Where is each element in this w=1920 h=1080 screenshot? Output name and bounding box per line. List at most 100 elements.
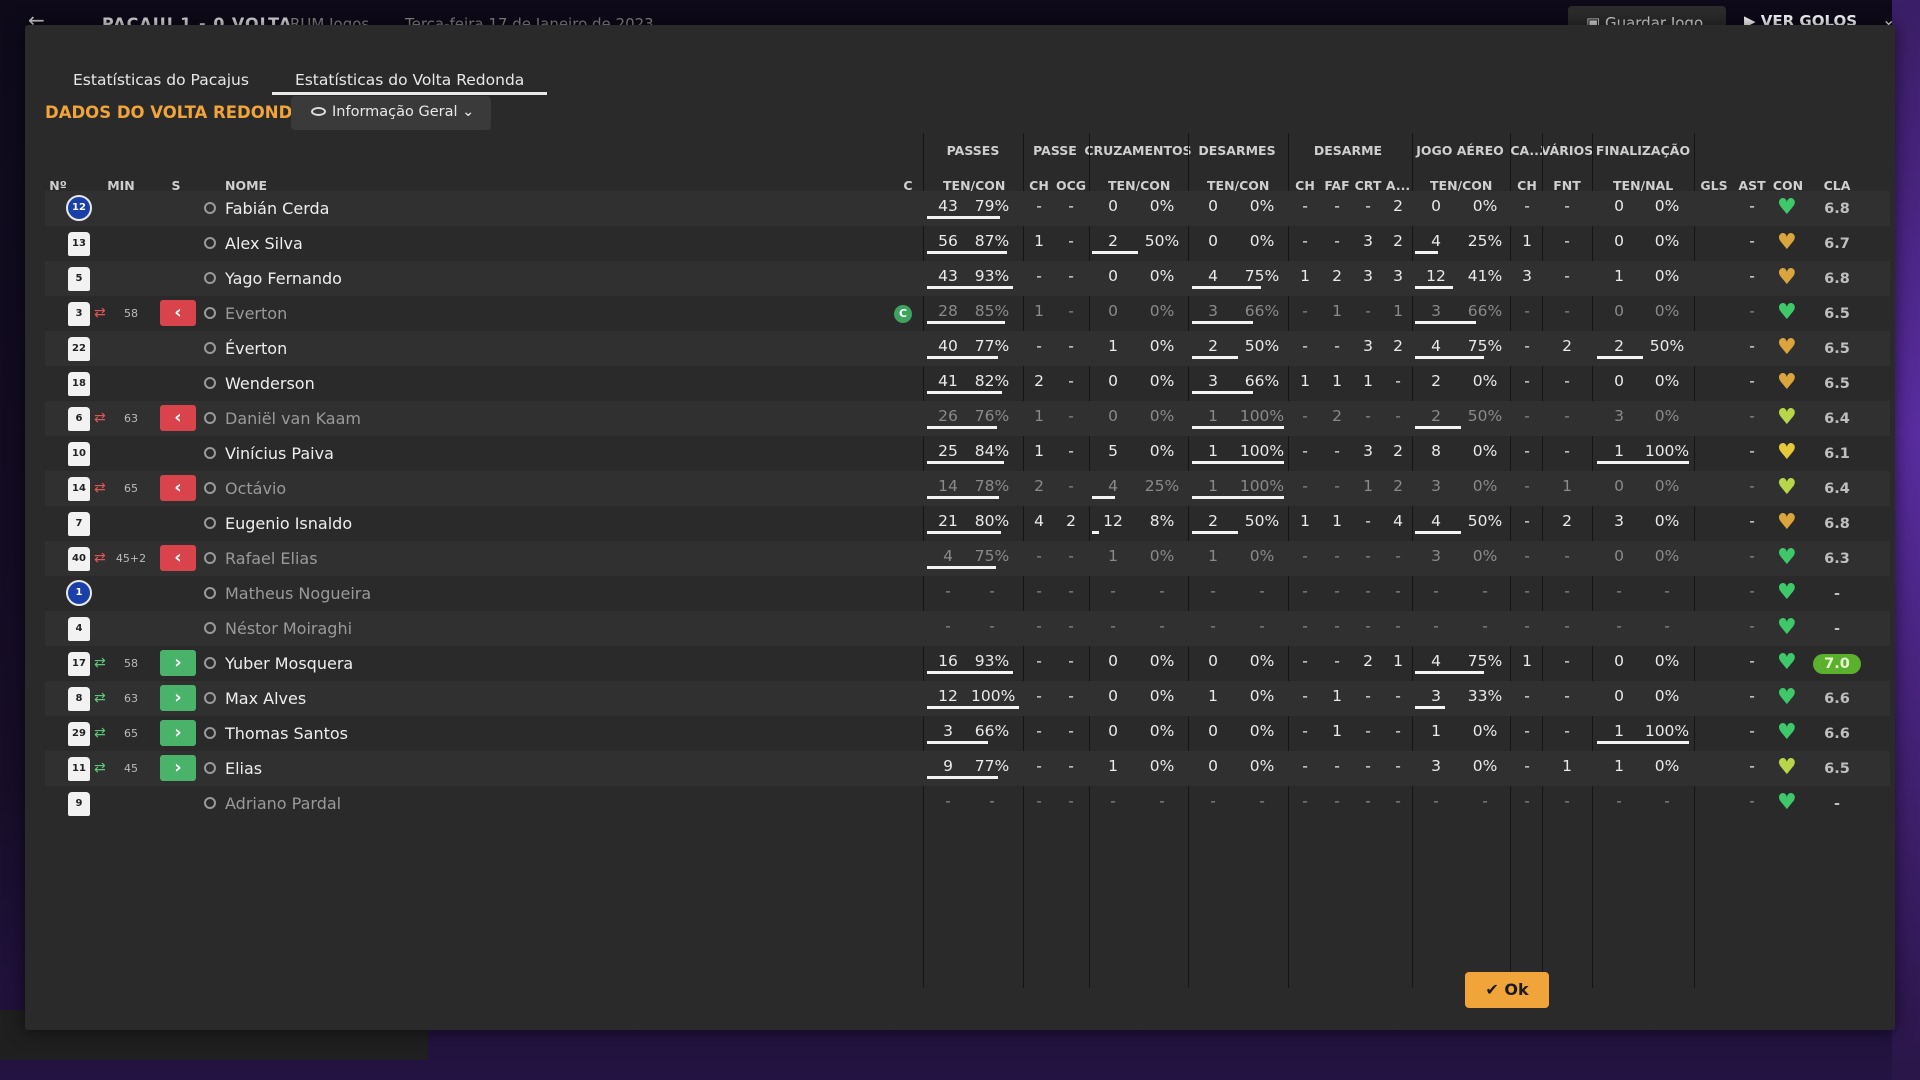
shots-attempted: -: [1616, 617, 1622, 635]
aerials-bar: [1415, 286, 1453, 289]
chances-created: -: [1068, 547, 1074, 565]
shots-attempted: 1: [1614, 267, 1624, 285]
passes-percent: 84%: [974, 442, 1010, 460]
player-name[interactable]: Rafael Elias: [225, 549, 318, 568]
player-name[interactable]: Vinícius Paiva: [225, 444, 334, 463]
sub-in-button[interactable]: ›: [160, 650, 196, 676]
sub-out-button[interactable]: ‹: [160, 545, 196, 571]
player-name[interactable]: Fabián Cerda: [225, 199, 329, 218]
player-name[interactable]: Everton: [225, 304, 287, 323]
player-name[interactable]: Max Alves: [225, 689, 306, 708]
condition-heart-icon: ♥: [1777, 685, 1797, 710]
player-name[interactable]: Matheus Nogueira: [225, 584, 371, 603]
shirt-number: 14: [68, 477, 90, 501]
player-name[interactable]: Alex Silva: [225, 234, 303, 253]
player-rating: 6.5: [1824, 341, 1850, 357]
tackle-faf: -: [1334, 442, 1340, 460]
player-name[interactable]: Wenderson: [225, 374, 315, 393]
passes-bar: [927, 286, 1013, 289]
ca-ch: -: [1524, 477, 1530, 495]
sub-out-button[interactable]: ‹: [160, 475, 196, 501]
shots-percent: 0%: [1654, 302, 1680, 320]
player-name[interactable]: Eugenio Isnaldo: [225, 514, 352, 533]
shots-percent: 0%: [1654, 477, 1680, 495]
player-rating: -: [1833, 621, 1841, 637]
tackles-percent: 0%: [1249, 652, 1275, 670]
sub-out-button[interactable]: ‹: [160, 300, 196, 326]
sub-minute: 65: [124, 727, 138, 740]
tackles-bar: [1192, 356, 1238, 359]
player-name[interactable]: Elias: [225, 759, 262, 778]
player-profile-icon: [204, 657, 216, 669]
crosses-attempted: 0: [1108, 652, 1118, 670]
crosses-percent: 25%: [1144, 477, 1180, 495]
assists: -: [1749, 512, 1755, 530]
condition-heart-icon: ♥: [1777, 755, 1797, 780]
sub-in-button[interactable]: ›: [160, 720, 196, 746]
tackles-attempted: 3: [1208, 372, 1218, 390]
sub-in-button[interactable]: ›: [160, 755, 196, 781]
key-passes: 1: [1034, 442, 1044, 460]
key-passes: 4: [1034, 512, 1044, 530]
player-profile-icon: [204, 412, 216, 424]
tackles-bar: [1192, 391, 1253, 394]
passes-attempted: 4: [943, 547, 953, 565]
passes-percent: -: [989, 792, 995, 810]
tackle-faf: 1: [1332, 372, 1342, 390]
condition-heart-icon: ♥: [1777, 475, 1797, 500]
sub-out-button[interactable]: ‹: [160, 405, 196, 431]
tackles-percent: 0%: [1249, 757, 1275, 775]
condition-heart-icon: ♥: [1777, 195, 1797, 220]
tackle-crt: 3: [1363, 232, 1373, 250]
player-name[interactable]: Adriano Pardal: [225, 794, 341, 813]
player-name[interactable]: Yago Fernando: [225, 269, 342, 288]
player-name[interactable]: Thomas Santos: [225, 724, 348, 743]
crosses-percent: 0%: [1149, 547, 1175, 565]
crosses-percent: -: [1159, 617, 1165, 635]
tackle-crt: -: [1365, 582, 1371, 600]
tackle-crt: -: [1365, 407, 1371, 425]
player-name[interactable]: Néstor Moiraghi: [225, 619, 352, 638]
tackle-ch: -: [1302, 547, 1308, 565]
ca-ch: -: [1524, 687, 1530, 705]
sub-minute: 58: [124, 657, 138, 670]
tackles-attempted: 2: [1208, 337, 1218, 355]
aerials-attempted: 3: [1431, 302, 1441, 320]
player-profile-icon: [204, 517, 216, 529]
assists: -: [1749, 757, 1755, 775]
player-name[interactable]: Daniël van Kaam: [225, 409, 361, 428]
ca-ch: -: [1524, 792, 1530, 810]
tackles-attempted: 0: [1208, 197, 1218, 215]
crosses-percent: 0%: [1149, 757, 1175, 775]
condition-heart-icon: ♥: [1777, 510, 1797, 535]
sub-in-button[interactable]: ›: [160, 685, 196, 711]
player-name[interactable]: Éverton: [225, 339, 287, 358]
passes-percent: 79%: [974, 197, 1010, 215]
chances-created: -: [1068, 477, 1074, 495]
passes-percent: 80%: [974, 512, 1010, 530]
assists: -: [1749, 232, 1755, 250]
tackles-attempted: -: [1210, 617, 1216, 635]
various-fnt: -: [1564, 267, 1570, 285]
passes-bar: [927, 566, 996, 569]
aerials-attempted: 3: [1431, 687, 1441, 705]
tackles-attempted: 0: [1208, 722, 1218, 740]
tackles-bar: [1192, 286, 1261, 289]
tackles-attempted: 0: [1208, 232, 1218, 250]
aerials-attempted: 8: [1431, 442, 1441, 460]
player-name[interactable]: Yuber Mosquera: [225, 654, 353, 673]
passes-bar: [927, 496, 999, 499]
player-name[interactable]: Octávio: [225, 479, 286, 498]
crosses-attempted: 12: [1103, 512, 1123, 530]
shots-bar: [1597, 461, 1689, 464]
ok-button[interactable]: ✔ Ok: [1465, 972, 1549, 1008]
passes-percent: -: [989, 617, 995, 635]
passes-attempted: 14: [938, 477, 958, 495]
passes-bar: [927, 671, 1013, 674]
crosses-percent: 0%: [1149, 652, 1175, 670]
player-rating: 7.0: [1813, 654, 1861, 674]
crosses-attempted: 1: [1108, 337, 1118, 355]
aerials-bar: [1415, 706, 1446, 709]
shots-attempted: 0: [1614, 372, 1624, 390]
tackles-percent: 66%: [1244, 372, 1280, 390]
